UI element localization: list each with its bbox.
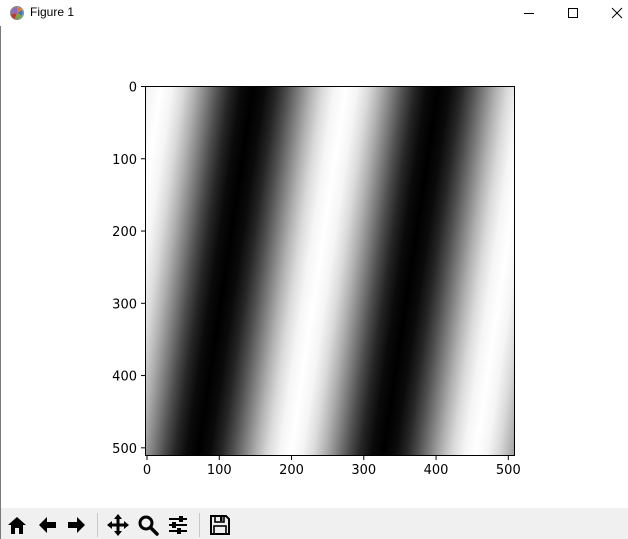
x-tick-label: 100 [207,463,232,478]
grating-fill [145,86,515,456]
save-button[interactable] [207,511,233,539]
matplotlib-logo-icon [10,6,24,20]
back-icon [39,517,56,533]
y-tick-label: 300 [112,297,137,312]
toolbar-separator [199,513,200,537]
x-tick-label: 0 [143,463,151,478]
toolbar-separator [97,513,98,537]
close-button[interactable] [594,0,628,26]
zoom-button[interactable] [135,511,161,539]
x-tick-label: 500 [496,463,521,478]
maximize-button[interactable] [550,0,596,26]
home-button[interactable] [4,511,30,539]
x-tick-label: 200 [279,463,304,478]
y-tick-label: 100 [112,153,137,168]
minimize-icon [524,13,534,14]
configure-subplots-button[interactable] [165,511,191,539]
y-tick-label: 400 [112,370,137,385]
back-button[interactable] [34,511,60,539]
forward-icon [68,517,85,533]
home-icon [8,517,26,534]
pan-button[interactable] [105,511,131,539]
x-axis: 0 100 200 300 400 500 [143,456,521,478]
y-tick-label: 200 [112,225,137,240]
minimize-button[interactable] [506,0,552,26]
zoom-icon [138,515,159,536]
y-tick-label: 0 [129,81,137,96]
y-tick-label: 500 [112,442,137,457]
x-tick-label: 400 [424,463,449,478]
close-icon [611,7,623,19]
title-bar[interactable]: Figure 1 [0,0,628,26]
grating-image [145,86,515,456]
maximize-icon [568,8,578,18]
pan-icon [107,514,129,536]
forward-button[interactable] [64,511,90,539]
y-axis: 0 100 200 300 400 500 [112,81,145,457]
figure-canvas[interactable]: 0 100 200 300 400 500 0 100 200 300 400 500 [1,26,628,508]
window-title: Figure 1 [30,5,75,19]
save-icon [210,515,230,535]
x-tick-label: 300 [351,463,376,478]
subplots-icon [169,516,187,534]
image-plot: 0 100 200 300 400 500 0 100 200 300 400 500 [112,81,521,479]
navigation-toolbar [1,508,628,539]
